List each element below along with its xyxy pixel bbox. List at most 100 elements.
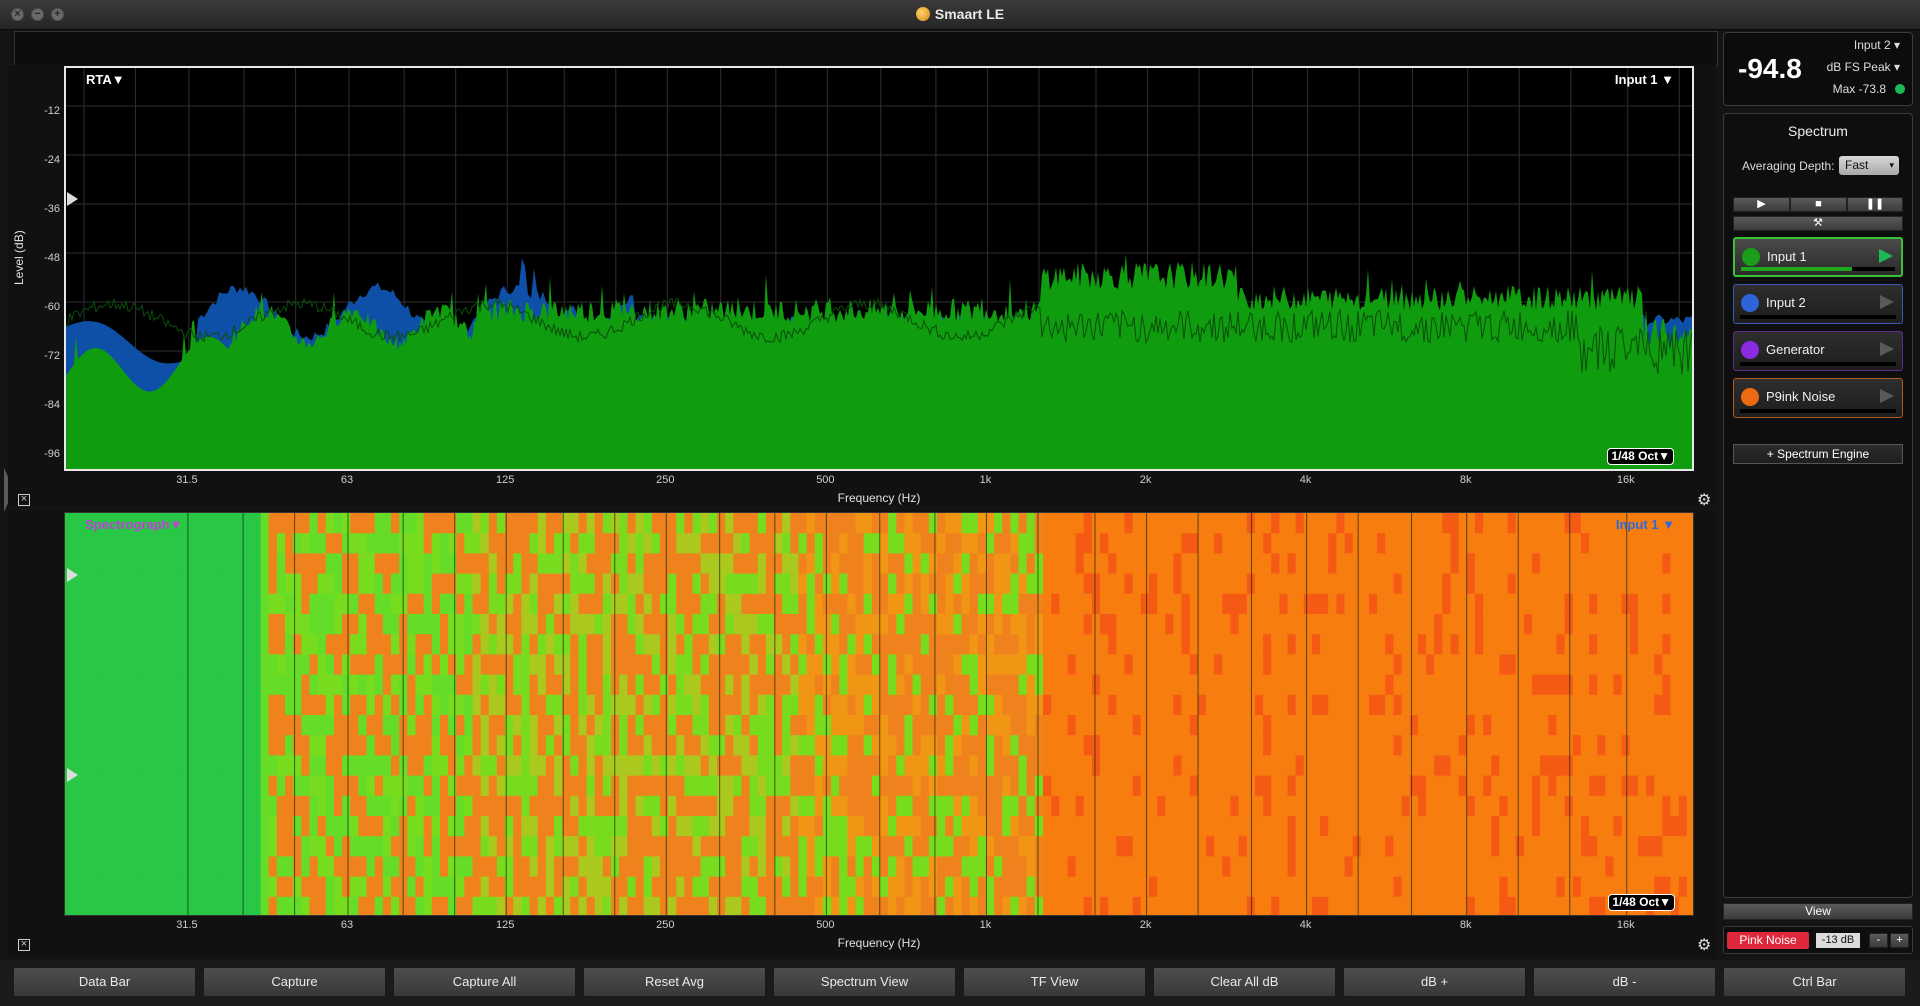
spectrograph-cell — [1328, 876, 1338, 898]
generator-level-up-button[interactable]: + — [1890, 933, 1909, 948]
spectrograph-cell — [651, 634, 661, 656]
spectrograph-cell — [594, 876, 604, 898]
spectrograph-cell — [529, 533, 539, 555]
input-play-icon[interactable] — [1879, 249, 1893, 263]
spectrograph-cell — [1548, 896, 1558, 915]
spectrograph-cell — [1613, 775, 1623, 797]
meter-input-select[interactable]: Input 2 ▾ — [1854, 38, 1900, 52]
spectrograph-cell — [1214, 533, 1224, 555]
generator-level-down-button[interactable]: - — [1869, 933, 1888, 948]
spectrograph-cell — [1165, 553, 1175, 575]
input-card[interactable]: P9ink Noise — [1733, 378, 1903, 418]
spectrograph-cell — [342, 654, 352, 676]
rta-input-label[interactable]: Input 1 ▼ — [1615, 72, 1674, 87]
spectrograph-cell — [317, 674, 327, 696]
spectrograph-mode-label[interactable]: Spectrograph▼ — [85, 517, 182, 532]
spectrograph-cell — [1124, 593, 1134, 615]
control-bar-button[interactable]: Ctrl Bar — [1723, 967, 1906, 997]
spectrograph-cell — [130, 715, 140, 737]
spectrograph-cell — [733, 634, 743, 656]
control-bar-button[interactable]: Capture All — [393, 967, 576, 997]
spectrograph-cell — [912, 816, 922, 838]
meter-mode-select[interactable]: dB FS Peak ▾ — [1827, 60, 1900, 74]
control-bar-button[interactable]: Reset Avg — [583, 967, 766, 997]
spectrograph-cell — [1214, 573, 1224, 595]
spectrograph-cell — [1132, 795, 1142, 817]
spectrograph-plot[interactable]: Spectrograph▼ Input 1 ▼ 1/48 Oct▼ — [64, 512, 1694, 916]
spectrograph-settings-gear-icon[interactable]: ⚙ — [1697, 935, 1711, 955]
spectrograph-cell — [920, 876, 930, 898]
input-card[interactable]: Input 2 — [1733, 284, 1903, 324]
averaging-depth-select[interactable]: Fast ▾ — [1839, 156, 1899, 175]
spectrograph-cell — [342, 856, 352, 878]
rta-plot[interactable]: RTA▼ Input 1 ▼ 1/48 Oct▼ — [64, 66, 1694, 471]
add-spectrum-engine-button[interactable]: + Spectrum Engine — [1733, 444, 1903, 464]
spectrograph-cell — [1393, 775, 1403, 797]
control-bar-button[interactable]: Spectrum View — [773, 967, 956, 997]
smaart-logo-icon — [915, 7, 930, 21]
spectrograph-cell — [961, 755, 971, 777]
spectrograph-cell — [276, 573, 287, 595]
spectrograph-cell — [1572, 816, 1582, 838]
rta-threshold-marker[interactable] — [67, 192, 78, 206]
spectrograph-cell — [659, 876, 670, 898]
control-bar-button[interactable]: Clear All dB — [1153, 967, 1336, 997]
control-bar-button[interactable]: TF View — [963, 967, 1146, 997]
spectrograph-cell — [643, 836, 653, 858]
spectrograph-close-icon[interactable]: × — [18, 939, 30, 951]
spectrograph-cell — [1132, 735, 1142, 757]
spectrograph-cell — [1140, 634, 1150, 656]
rta-mode-label[interactable]: RTA▼ — [86, 72, 125, 87]
rta-resolution-badge[interactable]: 1/48 Oct▼ — [1607, 448, 1674, 465]
pink-noise-button[interactable]: Pink Noise — [1727, 932, 1809, 949]
spectrograph-cell — [651, 614, 661, 636]
spectrograph-cell — [782, 513, 792, 535]
spectrograph-cell — [1328, 694, 1338, 716]
spectrograph-cell — [342, 876, 352, 898]
control-bar-button[interactable]: dB - — [1533, 967, 1716, 997]
spectrograph-cell — [1263, 674, 1273, 696]
spectrograph-cell — [782, 735, 792, 757]
control-bar-button[interactable]: Capture — [203, 967, 386, 997]
spectrograph-cell — [855, 715, 865, 737]
spectrograph-cell — [301, 755, 311, 777]
play-button[interactable]: ▶ — [1733, 197, 1790, 212]
view-button[interactable]: View — [1723, 903, 1913, 920]
spectrograph-cell — [325, 876, 335, 898]
spectrograph-cell — [668, 836, 678, 858]
engine-settings-button[interactable]: ⚒ — [1733, 216, 1903, 231]
control-bar-button[interactable]: Data Bar — [13, 967, 196, 997]
input-card[interactable]: Generator — [1733, 331, 1903, 371]
spectrograph-cell — [1148, 573, 1159, 595]
spectrograph-cell — [407, 715, 417, 737]
spectrograph-cell — [725, 513, 735, 535]
input-play-icon[interactable] — [1880, 389, 1894, 403]
spectrograph-cell — [643, 593, 653, 615]
pause-button[interactable]: ❚❚ — [1847, 197, 1903, 212]
spectrograph-cell — [1450, 553, 1460, 575]
rta-settings-gear-icon[interactable]: ⚙ — [1697, 490, 1711, 510]
spectrograph-cell — [65, 856, 75, 878]
input-card[interactable]: Input 1 — [1733, 237, 1903, 277]
spectrograph-lower-marker[interactable] — [67, 768, 78, 782]
spectrograph-resolution-badge[interactable]: 1/48 Oct▼ — [1608, 894, 1675, 911]
spectrograph-cell — [1605, 735, 1615, 757]
spectrograph-input-label[interactable]: Input 1 ▼ — [1616, 517, 1675, 532]
control-bar-button[interactable]: dB + — [1343, 967, 1526, 997]
spectrograph-cell — [138, 715, 148, 737]
spectrograph-cell — [1320, 715, 1330, 737]
spectrograph-cell — [89, 674, 99, 696]
stop-button[interactable]: ■ — [1790, 197, 1847, 212]
input-play-icon[interactable] — [1880, 342, 1894, 356]
spectrograph-cell — [317, 836, 327, 858]
spectrograph-upper-marker[interactable] — [67, 568, 78, 582]
spectrograph-cell — [994, 533, 1004, 555]
generator-level-field[interactable]: -13 dB — [1816, 933, 1860, 948]
spectrograph-cell — [774, 553, 784, 575]
spectrograph-cell — [545, 533, 555, 555]
input-play-icon[interactable] — [1880, 295, 1894, 309]
spectrograph-cell — [1271, 836, 1281, 858]
rta-close-icon[interactable]: × — [18, 494, 30, 506]
spectrograph-cell — [1548, 836, 1558, 858]
spectrograph-cell — [1385, 755, 1395, 777]
